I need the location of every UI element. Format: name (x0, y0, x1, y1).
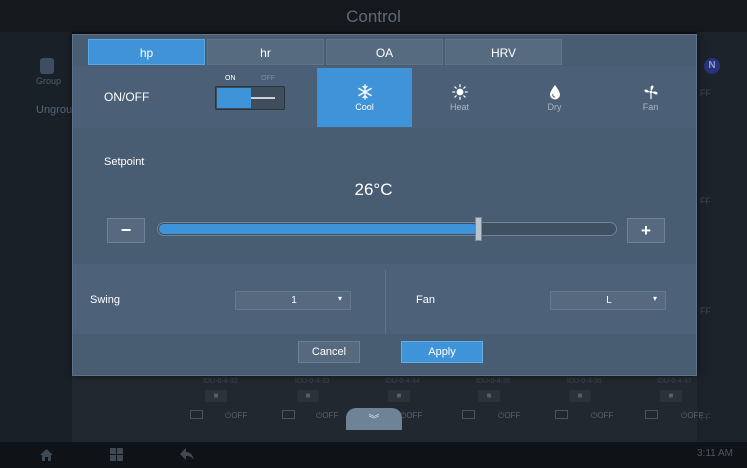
mode-dry-button[interactable]: Dry (507, 68, 602, 127)
mode-indicator-icon (645, 410, 658, 419)
setpoint-slider-fill (159, 224, 478, 234)
expand-drawer-button[interactable]: ︾ (346, 408, 402, 430)
water-drop-icon (549, 85, 560, 100)
toggle-off-text: OFF (261, 75, 275, 82)
toggle-on-text: ON (225, 75, 236, 82)
tab-oa[interactable]: OA (326, 39, 443, 65)
lock-icon: ■ (569, 390, 591, 402)
power-off-status[interactable]: ⏻OFF (681, 411, 703, 421)
mode-indicator-icon (190, 410, 203, 419)
unit-tile-name[interactable]: IDU-0-4-34 (385, 378, 420, 385)
power-toggle-knob[interactable] (251, 97, 275, 99)
grid-icon[interactable] (110, 448, 123, 461)
tab-hr[interactable]: hr (207, 39, 324, 65)
mode-indicator-icon (462, 410, 475, 419)
chevron-down-icon: ▾ (337, 294, 342, 303)
onoff-label: ON/OFF (104, 90, 150, 104)
group-sidebar (0, 32, 72, 442)
n-badge: N (704, 58, 720, 74)
back-icon[interactable] (180, 448, 194, 461)
lock-icon: ■ (205, 390, 227, 402)
snowflake-icon (357, 84, 372, 100)
unit-tile-name[interactable]: IDU-0-4-32 (203, 378, 238, 385)
power-off-status[interactable]: ⏻OFF (316, 411, 338, 421)
mode-fan-button[interactable]: Fan (603, 68, 698, 127)
power-toggle-on-fill (217, 88, 251, 108)
swing-value: 1 (291, 295, 297, 306)
group-icon (40, 58, 54, 74)
home-icon[interactable] (40, 449, 53, 461)
window-title: Control (0, 0, 747, 32)
chevron-down-icon: ▾ (652, 294, 657, 303)
lock-icon: ■ (478, 390, 500, 402)
swing-select[interactable]: 1 ▾ (235, 291, 351, 310)
mode-fan-label: Fan (642, 102, 659, 112)
mode-heat-label: Heat (449, 102, 469, 112)
setpoint-temperature: 26°C (354, 180, 393, 199)
mode-cool-button[interactable]: Cool (317, 68, 412, 127)
power-off-status[interactable]: ⏻OFF (225, 411, 247, 421)
unit-tile-name[interactable]: IDU-0-4-36 (567, 378, 602, 385)
right-fragment-text: FF (700, 88, 711, 98)
sun-icon (451, 84, 468, 100)
options-divider (385, 270, 386, 334)
tab-hrv[interactable]: HRV (445, 39, 562, 65)
apply-button[interactable]: Apply (401, 341, 483, 363)
power-off-status[interactable]: ⏻OFF (498, 411, 520, 421)
clock-time: 3:11 AM (697, 448, 733, 459)
mode-cool-label: Cool (355, 102, 374, 112)
unit-tile-name[interactable]: IDU-0-4-37 (657, 378, 692, 385)
group-label: Group (36, 76, 62, 86)
setpoint-slider-thumb[interactable] (475, 217, 482, 241)
unit-tile-name[interactable]: IDU-0-4-35 (476, 378, 511, 385)
swing-label: Swing (90, 294, 120, 306)
lock-icon: ■ (388, 390, 410, 402)
setpoint-label: Setpoint (104, 156, 145, 168)
mode-indicator-icon (555, 410, 568, 419)
fan-icon (644, 85, 657, 99)
fan-speed-label: Fan (416, 294, 435, 306)
tab-hp[interactable]: hp (88, 39, 205, 65)
chevron-down-icon: ︾ (368, 414, 380, 426)
lock-icon: ■ (660, 390, 682, 402)
mode-indicator-icon (282, 410, 295, 419)
right-fragment-text: FF (700, 306, 711, 316)
unit-tile-name[interactable]: IDU-0-4-33 (295, 378, 330, 385)
decrease-temperature-button[interactable]: − (107, 218, 145, 243)
fan-speed-select[interactable]: L ▾ (550, 291, 666, 310)
fan-speed-value: L (606, 295, 612, 306)
mode-dry-label: Dry (547, 102, 562, 112)
cancel-button[interactable]: Cancel (298, 341, 360, 363)
lock-icon: ■ (297, 390, 319, 402)
increase-temperature-button[interactable]: + (627, 218, 665, 243)
power-off-status[interactable]: ⏻OFF (591, 411, 613, 421)
ungroup-item[interactable]: Ungrou (36, 104, 72, 116)
power-off-status[interactable]: ⏻OFF (400, 411, 422, 421)
mode-heat-button[interactable]: Heat (412, 68, 507, 127)
